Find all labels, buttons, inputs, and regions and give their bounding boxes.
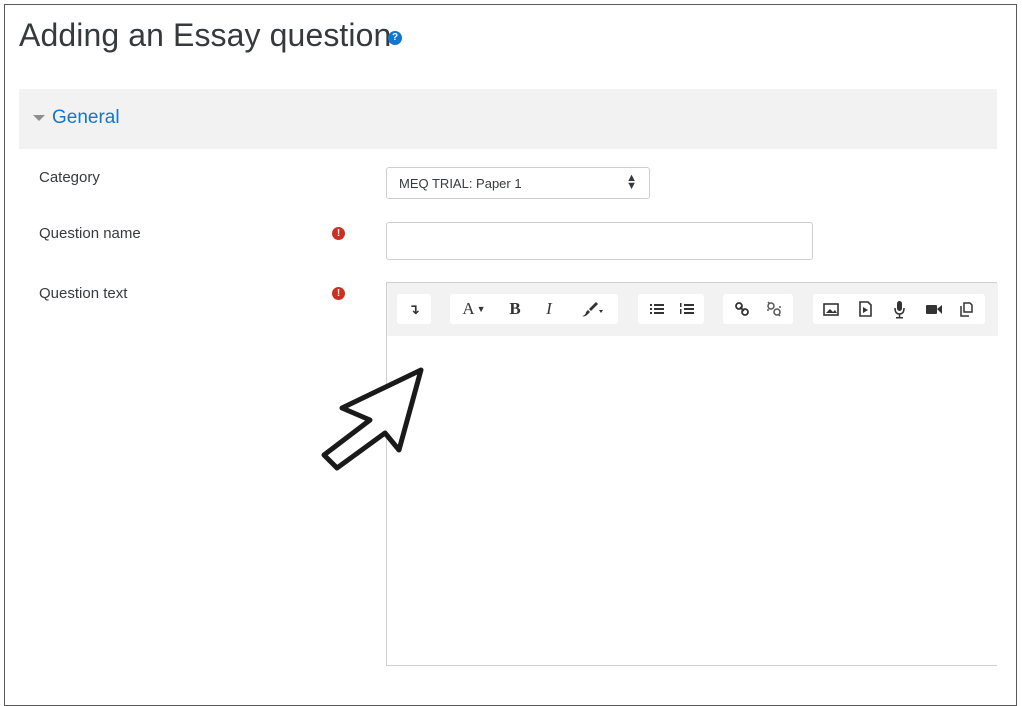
category-select[interactable]: MEQ TRIAL: Paper 1 ▲ ▼ [386, 167, 650, 199]
media-file-icon[interactable] [849, 294, 881, 324]
brush-icon[interactable] [568, 294, 612, 324]
question-name-label: Question name [39, 225, 141, 242]
ordered-list-icon[interactable] [672, 294, 700, 324]
section-title-general[interactable]: General [52, 107, 120, 129]
toolbar-group: A ▼ B I [450, 294, 618, 324]
question-text-label: Question text [39, 285, 128, 302]
unlink-icon[interactable] [759, 294, 789, 324]
microphone-icon[interactable] [883, 294, 915, 324]
cursor-arrow-icon [320, 365, 432, 471]
files-icon[interactable] [951, 294, 983, 324]
toolbar-group [723, 294, 793, 324]
help-icon[interactable]: ? [388, 31, 402, 45]
image-icon[interactable] [815, 294, 847, 324]
editor-content-area[interactable] [387, 336, 997, 665]
select-arrows-icon: ▲ ▼ [626, 172, 637, 192]
required-icon: ! [332, 227, 345, 240]
toolbar-group [813, 294, 985, 324]
italic-icon[interactable]: I [534, 294, 564, 324]
general-section-header[interactable]: General [19, 89, 997, 149]
category-select-value: MEQ TRIAL: Paper 1 [399, 176, 522, 191]
page-title: Adding an Essay question [19, 17, 392, 53]
category-label: Category [39, 169, 100, 186]
unordered-list-icon[interactable] [642, 294, 670, 324]
editor-toolbar: ↴ A ▼ B I [387, 283, 998, 336]
show-more-icon[interactable]: ↴ [397, 294, 431, 324]
font-style-icon[interactable]: A ▼ [454, 294, 494, 324]
link-icon[interactable] [727, 294, 757, 324]
toolbar-group: ↴ [397, 294, 431, 324]
required-icon: ! [332, 287, 345, 300]
video-camera-icon[interactable] [917, 294, 949, 324]
question-text-editor[interactable]: ↴ A ▼ B I [386, 282, 998, 666]
question-name-input[interactable] [386, 222, 813, 260]
bold-icon[interactable]: B [500, 294, 530, 324]
caret-down-icon[interactable] [33, 115, 45, 121]
toolbar-group [638, 294, 704, 324]
